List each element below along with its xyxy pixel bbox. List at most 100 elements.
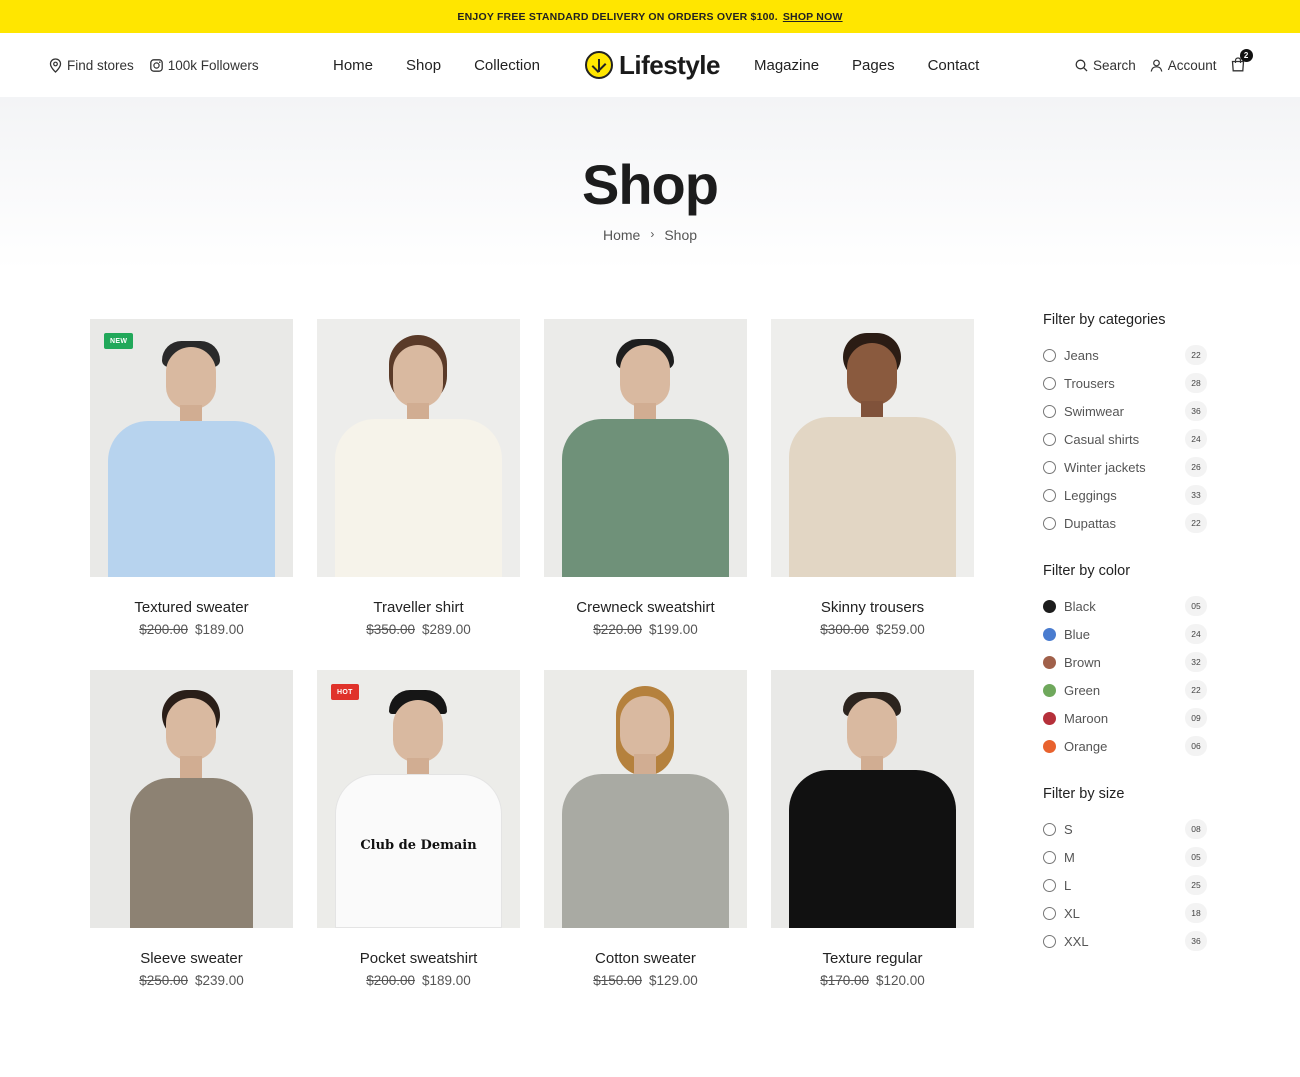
product-card[interactable]: NEW Textured sweater $200.00 $189.00: [90, 319, 293, 637]
product-image[interactable]: NEW: [90, 319, 293, 577]
color-swatch[interactable]: [1043, 711, 1056, 725]
option-label: Green: [1064, 682, 1101, 698]
nav-contact[interactable]: Contact: [928, 57, 980, 74]
product-image[interactable]: [771, 319, 974, 577]
product-card[interactable]: Skinny trousers $300.00 $259.00: [771, 319, 974, 637]
radio-button[interactable]: [1043, 348, 1056, 362]
product-card[interactable]: Traveller shirt $350.00 $289.00: [317, 319, 520, 637]
category-option-trousers[interactable]: Trousers 28: [1043, 369, 1213, 397]
product-image[interactable]: [544, 319, 747, 577]
radio-button[interactable]: [1043, 404, 1056, 418]
nav-home[interactable]: Home: [333, 57, 373, 74]
product-card[interactable]: Club de Demain HOT Pocket sweatshirt $20…: [317, 670, 520, 988]
product-price: $220.00 $199.00: [544, 622, 747, 637]
option-count: 36: [1185, 401, 1207, 421]
nav-collection[interactable]: Collection: [474, 57, 540, 74]
cart-button[interactable]: 2: [1231, 49, 1253, 73]
sale-price: $129.00: [649, 973, 698, 988]
model-figure: [771, 670, 974, 928]
product-name[interactable]: Cotton sweater: [544, 950, 747, 967]
model-figure: [90, 670, 293, 928]
option-count: 24: [1185, 429, 1207, 449]
product-card[interactable]: Texture regular $170.00 $120.00: [771, 670, 974, 988]
size-option-xxl[interactable]: XXL 36: [1043, 927, 1213, 955]
account-button[interactable]: Account: [1150, 58, 1217, 73]
size-option-xl[interactable]: XL 18: [1043, 899, 1213, 927]
product-image[interactable]: [317, 319, 520, 577]
search-button[interactable]: Search: [1075, 58, 1136, 73]
old-price: $200.00: [366, 973, 415, 988]
color-option-black[interactable]: Black 05: [1043, 592, 1213, 620]
color-option-orange[interactable]: Orange 06: [1043, 732, 1213, 760]
radio-button[interactable]: [1043, 516, 1056, 530]
breadcrumb-home[interactable]: Home: [603, 227, 640, 243]
followers-link[interactable]: 100k Followers: [149, 57, 259, 73]
filter-color: Filter by color Black 05 Blue 24 Brown 32 G…: [1043, 563, 1213, 760]
color-swatch[interactable]: [1043, 655, 1056, 669]
followers-label: 100k Followers: [167, 57, 259, 73]
radio-button[interactable]: [1043, 432, 1056, 446]
radio-button[interactable]: [1043, 488, 1056, 502]
product-name[interactable]: Crewneck sweatshirt: [544, 599, 747, 616]
category-option-swimwear[interactable]: Swimwear 36: [1043, 397, 1213, 425]
product-price: $170.00 $120.00: [771, 973, 974, 988]
color-option-brown[interactable]: Brown 32: [1043, 648, 1213, 676]
product-card[interactable]: Sleeve sweater $250.00 $239.00: [90, 670, 293, 988]
size-option-s[interactable]: S 08: [1043, 815, 1213, 843]
shop-now-link[interactable]: SHOP NOW: [783, 11, 843, 23]
category-option-leggings[interactable]: Leggings 33: [1043, 481, 1213, 509]
category-option-winter-jackets[interactable]: Winter jackets 26: [1043, 453, 1213, 481]
nav-magazine[interactable]: Magazine: [754, 57, 819, 74]
color-swatch[interactable]: [1043, 683, 1056, 697]
radio-button[interactable]: [1043, 906, 1056, 920]
search-label: Search: [1093, 57, 1136, 73]
category-option-jeans[interactable]: Jeans 22: [1043, 341, 1213, 369]
product-name[interactable]: Sleeve sweater: [90, 950, 293, 967]
radio-button[interactable]: [1043, 460, 1056, 474]
model-figure: [544, 670, 747, 928]
product-image[interactable]: [90, 670, 293, 928]
find-stores-link[interactable]: Find stores: [49, 58, 134, 73]
radio-button[interactable]: [1043, 934, 1056, 948]
option-count: 06: [1185, 736, 1207, 756]
option-count: 08: [1185, 819, 1207, 839]
product-name[interactable]: Traveller shirt: [317, 599, 520, 616]
color-swatch[interactable]: [1043, 739, 1056, 753]
product-card[interactable]: Crewneck sweatshirt $220.00 $199.00: [544, 319, 747, 637]
product-name[interactable]: Pocket sweatshirt: [317, 950, 520, 967]
filter-categories: Filter by categories Jeans 22 Trousers 28 …: [1043, 312, 1213, 537]
product-image[interactable]: Club de Demain HOT: [317, 670, 520, 928]
radio-button[interactable]: [1043, 376, 1056, 390]
product-name[interactable]: Texture regular: [771, 950, 974, 967]
category-option-casual-shirts[interactable]: Casual shirts 24: [1043, 425, 1213, 453]
size-option-m[interactable]: M 05: [1043, 843, 1213, 871]
nav-pages[interactable]: Pages: [852, 57, 895, 74]
site-logo[interactable]: Lifestyle: [585, 47, 721, 83]
product-price: $300.00 $259.00: [771, 622, 974, 637]
instagram-icon: [149, 58, 163, 72]
main-nav-right: Magazine Pages Contact: [754, 33, 979, 97]
color-swatch[interactable]: [1043, 599, 1056, 613]
color-option-blue[interactable]: Blue 24: [1043, 620, 1213, 648]
color-option-green[interactable]: Green 22: [1043, 676, 1213, 704]
product-image[interactable]: [771, 670, 974, 928]
category-option-dupattas[interactable]: Dupattas 22: [1043, 509, 1213, 537]
size-option-l[interactable]: L 25: [1043, 871, 1213, 899]
option-label: Black: [1064, 598, 1096, 614]
nav-shop[interactable]: Shop: [406, 57, 441, 74]
option-label: Casual shirts: [1064, 431, 1140, 447]
radio-button[interactable]: [1043, 850, 1056, 864]
product-name[interactable]: Skinny trousers: [771, 599, 974, 616]
option-label: XXL: [1064, 933, 1089, 949]
color-swatch[interactable]: [1043, 627, 1056, 641]
color-option-maroon[interactable]: Maroon 09: [1043, 704, 1213, 732]
filter-color-title: Filter by color: [1043, 563, 1131, 579]
radio-button[interactable]: [1043, 878, 1056, 892]
product-name[interactable]: Textured sweater: [90, 599, 293, 616]
product-card[interactable]: Cotton sweater $150.00 $129.00: [544, 670, 747, 988]
location-pin-icon: [49, 57, 62, 73]
old-price: $200.00: [139, 622, 188, 637]
radio-button[interactable]: [1043, 822, 1056, 836]
logo-text: Lifestyle: [619, 49, 721, 80]
product-image[interactable]: [544, 670, 747, 928]
